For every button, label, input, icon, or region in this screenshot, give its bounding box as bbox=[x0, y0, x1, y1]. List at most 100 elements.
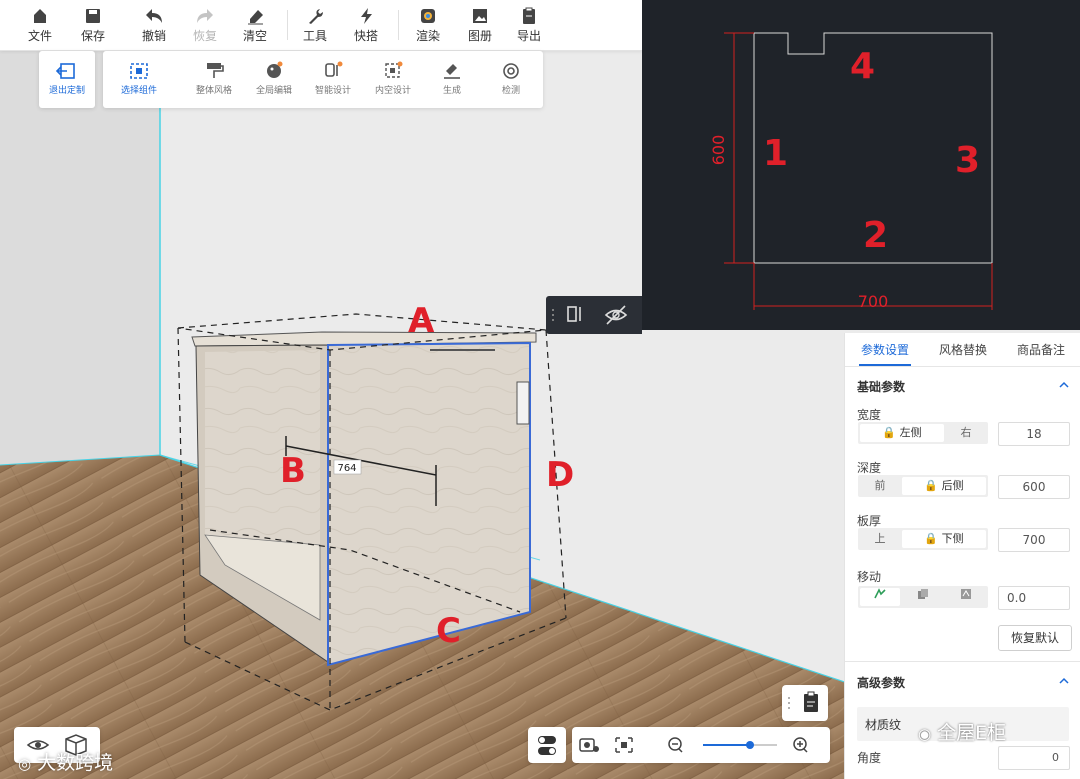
toolbar-divider bbox=[287, 10, 288, 40]
inner-design-icon bbox=[385, 61, 403, 78]
move-icon bbox=[874, 588, 886, 599]
eye-off-icon[interactable] bbox=[604, 305, 628, 325]
depth-front-option[interactable]: 前 bbox=[860, 477, 900, 495]
zoom-controls-icons bbox=[579, 737, 808, 753]
smart-design-icon bbox=[325, 61, 343, 77]
exit-custom-button[interactable]: 退出定制 bbox=[39, 59, 95, 96]
main-toolbar: 文件 保存 撤销 恢复 清空 工具 快搭 渲染 图册 导出 bbox=[0, 0, 642, 51]
chevron-up-icon[interactable] bbox=[1059, 676, 1069, 686]
detect-icon bbox=[503, 63, 519, 79]
zoom-in-icon[interactable] bbox=[793, 737, 808, 753]
render-button[interactable]: 渲染 bbox=[406, 6, 450, 44]
exit-icon bbox=[55, 63, 75, 79]
move-label: 移动 bbox=[857, 570, 882, 584]
album-button[interactable]: 图册 bbox=[458, 6, 502, 44]
component-toolbar: 选择组件 整体风格 全局编辑 智能设计 内空设计 生成 检测 bbox=[103, 51, 543, 108]
file-button[interactable]: 文件 bbox=[18, 6, 62, 44]
save-button[interactable]: 保存 bbox=[71, 6, 115, 44]
angle-input[interactable]: 0 bbox=[998, 746, 1070, 770]
wrench-icon bbox=[309, 9, 323, 24]
move-mode-3[interactable] bbox=[946, 588, 986, 606]
smart-design-button[interactable]: 智能设计 bbox=[305, 59, 361, 96]
angle-label: 角度 bbox=[857, 751, 882, 765]
chevron-up-icon[interactable] bbox=[1059, 380, 1069, 390]
export-button[interactable]: 导出 bbox=[507, 6, 551, 44]
tools-button[interactable]: 工具 bbox=[293, 6, 337, 44]
toggle-icon bbox=[538, 736, 556, 755]
thickness-input[interactable]: 700 bbox=[998, 528, 1070, 552]
reset-default-button[interactable]: 恢复默认 bbox=[998, 625, 1072, 651]
undo-icon bbox=[146, 9, 162, 23]
active-tab-indicator bbox=[859, 364, 911, 366]
overall-style-button[interactable]: 整体风格 bbox=[186, 59, 242, 96]
edge-label-a: A bbox=[408, 301, 435, 341]
select-icon bbox=[130, 63, 148, 79]
undo-button[interactable]: 撤销 bbox=[132, 6, 176, 44]
move-mode-2[interactable] bbox=[902, 588, 944, 606]
depth-back-option[interactable]: 🔒 后侧 bbox=[902, 477, 986, 495]
quick-build-button[interactable]: 快搭 bbox=[344, 6, 388, 44]
watermark-left: ◎ 大数跨境 bbox=[18, 752, 114, 774]
edge-label-d: D bbox=[546, 455, 574, 495]
layout-toggle-button[interactable] bbox=[528, 727, 566, 763]
basic-params-title: 基础参数 bbox=[857, 380, 906, 394]
edge-label-b: B bbox=[280, 451, 306, 491]
detect-button[interactable]: 检测 bbox=[483, 59, 539, 96]
thickness-top-option[interactable]: 上 bbox=[860, 530, 900, 548]
width-left-option[interactable]: 🔒 左侧 bbox=[860, 424, 944, 442]
exit-custom-card: 退出定制 bbox=[39, 51, 95, 108]
select-component-button[interactable]: 选择组件 bbox=[111, 59, 167, 96]
thickness-bottom-option[interactable]: 🔒 下侧 bbox=[902, 530, 986, 548]
clipboard-float-button[interactable] bbox=[782, 685, 828, 721]
eraser-icon bbox=[248, 10, 263, 25]
thickness-side-toggle: 上 🔒 下侧 bbox=[858, 528, 988, 550]
inner-design-button[interactable]: 内空设计 bbox=[365, 59, 421, 96]
zoom-slider[interactable] bbox=[703, 741, 777, 749]
hammer-icon bbox=[444, 64, 460, 79]
width-side-toggle: 🔒 左侧 右 bbox=[858, 422, 988, 444]
zoom-controls bbox=[572, 727, 830, 763]
section-divider bbox=[845, 661, 1080, 662]
image-icon bbox=[473, 9, 487, 23]
advanced-params-title: 高级参数 bbox=[857, 676, 906, 690]
redo-icon bbox=[197, 9, 213, 23]
fit-view-icon[interactable] bbox=[615, 737, 633, 753]
width-input[interactable]: 18 bbox=[998, 422, 1070, 446]
global-edit-button[interactable]: 全局编辑 bbox=[246, 59, 302, 96]
measure-icon[interactable] bbox=[567, 306, 581, 322]
plan-side-2: 2 bbox=[863, 215, 888, 256]
dimension-label: 764 bbox=[337, 463, 356, 474]
drag-handle-icon[interactable] bbox=[552, 309, 554, 321]
generate-button[interactable]: 生成 bbox=[424, 59, 480, 96]
lightning-icon bbox=[361, 8, 372, 24]
watermark-right: ◉ 全屋E柜 bbox=[918, 722, 1007, 744]
move-input[interactable]: 0.0 bbox=[998, 586, 1070, 610]
plan-height-dimension: 600 bbox=[709, 135, 728, 166]
tab-divider bbox=[845, 366, 1080, 367]
mirror-icon bbox=[961, 589, 971, 599]
plan-view[interactable]: 600 700 1 2 3 4 bbox=[642, 0, 1080, 330]
tab-style-replace[interactable]: 风格替换 bbox=[939, 341, 987, 358]
tab-params[interactable]: 参数设置 bbox=[861, 341, 909, 358]
view-tools-icons bbox=[552, 305, 628, 325]
wechat-icon: ◉ bbox=[918, 725, 932, 743]
move-mode-1[interactable] bbox=[860, 588, 900, 606]
camera-settings-icon[interactable] bbox=[579, 738, 599, 752]
toolbar-divider bbox=[398, 10, 399, 40]
clipboard-icon bbox=[523, 7, 535, 24]
move-mode-toggle bbox=[858, 586, 988, 608]
plan-side-1: 1 bbox=[763, 133, 788, 174]
watermark-logo-icon: ◎ bbox=[18, 755, 32, 773]
home-icon bbox=[34, 9, 46, 23]
palette-icon bbox=[267, 61, 283, 78]
redo-button[interactable]: 恢复 bbox=[183, 6, 227, 44]
tab-product-notes[interactable]: 商品备注 bbox=[1017, 341, 1065, 358]
width-label: 宽度 bbox=[857, 408, 882, 422]
plan-width-dimension: 700 bbox=[858, 292, 889, 311]
depth-input[interactable]: 600 bbox=[998, 475, 1070, 499]
zoom-out-icon[interactable] bbox=[668, 737, 683, 753]
clear-button[interactable]: 清空 bbox=[233, 6, 277, 44]
width-right-option[interactable]: 右 bbox=[946, 424, 986, 442]
plan-side-4: 4 bbox=[850, 46, 875, 87]
depth-label: 深度 bbox=[857, 461, 882, 475]
